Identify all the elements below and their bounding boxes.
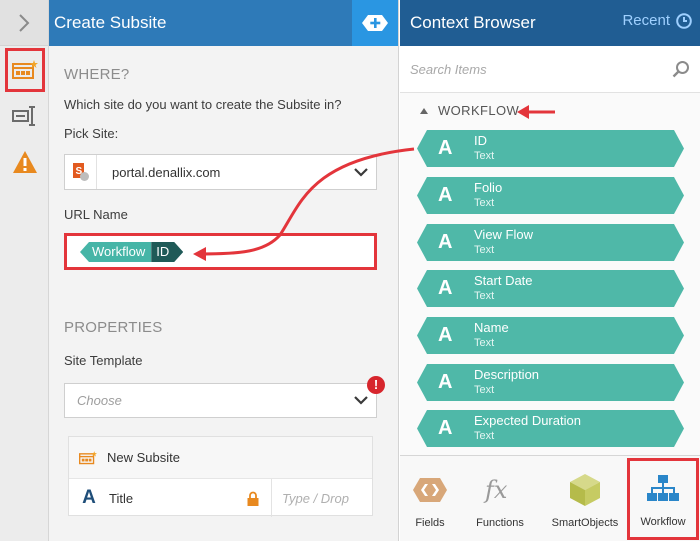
chevron-right-icon — [19, 13, 30, 32]
item-name: View Flow — [474, 227, 534, 242]
cube-icon — [570, 474, 600, 506]
pick-site-label: Pick Site: — [64, 126, 119, 141]
workflow-tree-icon — [647, 475, 679, 501]
item-name: ID — [474, 133, 487, 148]
item-type: Text — [474, 244, 495, 256]
context-browser-tabs: Fields fx Functions SmartObjects Workflo… — [400, 455, 700, 541]
text-type-icon: A — [438, 417, 453, 439]
token-field: ID — [151, 242, 183, 262]
search-bar — [400, 46, 700, 93]
pick-site-value: portal.denallix.com — [112, 164, 221, 180]
text-type-icon: A — [82, 487, 96, 508]
new-subsite-icon — [79, 450, 97, 464]
new-subsite-card: New Subsite A Title Type / Drop — [68, 436, 373, 517]
tab-label: SmartObjects — [551, 517, 619, 529]
text-type-icon: A — [438, 137, 453, 159]
url-name-field[interactable]: Workflow ID — [64, 233, 377, 270]
fx-icon: fx — [483, 476, 508, 504]
rail-item-properties[interactable] — [0, 100, 49, 132]
text-type-icon: A — [438, 371, 453, 393]
context-browser-panel: Context Browser Recent WORKFLOW A ID Tex… — [400, 0, 700, 541]
collapse-triangle-icon — [420, 107, 428, 114]
rail-item-subsite[interactable] — [5, 48, 45, 92]
text-type-icon: A — [438, 277, 453, 299]
context-item[interactable]: A Name Text — [417, 317, 684, 354]
chevron-down-icon — [354, 167, 368, 177]
card-header: New Subsite — [107, 450, 180, 465]
left-rail — [0, 0, 49, 541]
item-name: Expected Duration — [474, 413, 581, 428]
site-template-dropdown[interactable]: Choose — [64, 383, 377, 418]
expand-rail-button[interactable] — [0, 0, 48, 46]
add-button[interactable] — [352, 0, 398, 46]
where-heading: WHERE? — [64, 66, 130, 83]
search-icon[interactable] — [672, 60, 690, 78]
item-type: Text — [474, 290, 495, 302]
item-type: Text — [474, 197, 495, 209]
tab-smartobjects[interactable]: SmartObjects — [545, 456, 625, 541]
recent-button[interactable]: Recent — [622, 12, 692, 29]
context-item[interactable]: A Folio Text — [417, 177, 684, 214]
text-type-icon: A — [438, 184, 453, 206]
where-question: Which site do you want to create the Sub… — [64, 97, 342, 112]
tab-functions[interactable]: fx Functions — [466, 456, 534, 541]
text-type-icon: A — [438, 231, 453, 253]
error-badge-icon: ! — [367, 376, 385, 394]
tab-label: Workflow — [640, 516, 686, 528]
context-item[interactable]: A View Flow Text — [417, 224, 684, 261]
tab-label: Fields — [415, 517, 445, 529]
recent-label: Recent — [622, 12, 670, 29]
title-input[interactable]: Type / Drop — [271, 479, 372, 517]
context-browser-header: Context Browser Recent — [400, 0, 700, 46]
fields-hexagon-icon — [413, 478, 447, 502]
properties-heading: PROPERTIES — [64, 319, 163, 336]
chevron-down-icon — [354, 396, 368, 405]
tab-label: Functions — [476, 517, 524, 529]
item-name: Start Date — [474, 273, 533, 288]
sharepoint-site-icon: S — [72, 163, 89, 181]
item-type: Text — [474, 430, 495, 442]
context-item[interactable]: A ID Text — [417, 130, 684, 167]
item-type: Text — [474, 384, 495, 396]
workflow-section-label: WORKFLOW — [438, 103, 520, 118]
workflow-section-toggle[interactable]: WORKFLOW — [420, 103, 519, 118]
site-template-label: Site Template — [64, 353, 143, 368]
context-item[interactable]: A Expected Duration Text — [417, 410, 684, 447]
warning-icon — [12, 151, 37, 173]
lock-icon[interactable] — [247, 491, 259, 506]
panel-title: Create Subsite — [54, 13, 167, 32]
token-source: Workflow — [80, 242, 152, 262]
tab-workflow[interactable]: Workflow — [627, 458, 699, 540]
context-browser-title: Context Browser — [410, 13, 536, 32]
pick-site-dropdown[interactable]: S portal.denallix.com — [64, 154, 377, 190]
item-type: Text — [474, 150, 495, 162]
item-name: Folio — [474, 180, 503, 195]
create-subsite-header: Create Subsite — [49, 0, 398, 46]
text-type-icon: A — [438, 324, 453, 346]
item-type: Text — [474, 337, 495, 349]
site-template-placeholder: Choose — [77, 393, 122, 408]
search-input[interactable] — [410, 61, 672, 77]
title-field-label: Title — [109, 490, 134, 506]
workflow-id-token[interactable]: Workflow ID — [80, 242, 183, 262]
item-name: Name — [474, 320, 509, 335]
new-subsite-icon — [12, 60, 38, 79]
clock-icon — [676, 12, 692, 29]
svg-text:fx: fx — [483, 476, 508, 504]
context-item[interactable]: A Description Text — [417, 364, 684, 401]
url-name-label: URL Name — [64, 207, 128, 222]
rail-item-warnings[interactable] — [0, 145, 49, 179]
create-subsite-panel: Create Subsite WHERE? Which site do you … — [49, 0, 399, 541]
context-item[interactable]: A Start Date Text — [417, 270, 684, 307]
tab-fields[interactable]: Fields — [400, 456, 460, 541]
plus-tag-icon — [362, 15, 388, 31]
text-cursor-box-icon — [11, 106, 35, 126]
item-name: Description — [474, 367, 540, 382]
